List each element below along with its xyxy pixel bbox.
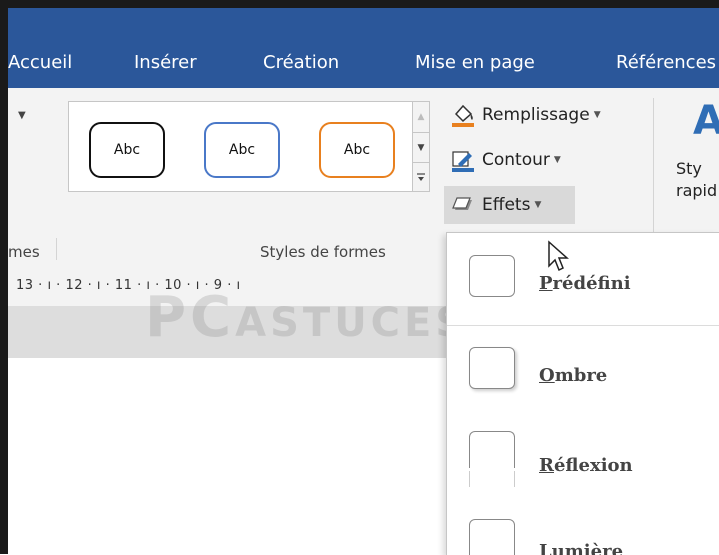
contour-button[interactable]: Contour ▼ xyxy=(450,143,561,177)
remplissage-label: Remplissage xyxy=(482,105,590,125)
chevron-down-icon: ▼ xyxy=(553,155,561,165)
contour-label: Contour xyxy=(482,150,550,170)
ombre-preview-icon xyxy=(469,347,515,389)
menu-label-rest: umière xyxy=(551,541,624,555)
group-separator xyxy=(653,98,654,248)
menu-item-lumiere[interactable]: Lumière xyxy=(447,505,719,555)
shape-style-black[interactable]: Abc xyxy=(77,110,177,190)
gallery-more-button[interactable] xyxy=(413,162,429,191)
tab-creation[interactable]: Création xyxy=(263,52,339,73)
menu-item-label: Lumière xyxy=(539,541,623,555)
group-label-left: mes xyxy=(8,243,40,261)
accelerator-key: R xyxy=(539,455,554,476)
shape-style-label: Abc xyxy=(228,142,256,158)
watermark-logo: PCASTUCES xyxy=(145,285,468,350)
menu-item-predefini[interactable]: Prédéfini xyxy=(447,233,719,319)
watermark-big: PC xyxy=(145,285,236,350)
lumiere-preview-icon xyxy=(469,519,515,555)
menu-separator xyxy=(447,325,719,326)
word-window: Accueil Insérer Création Mise en page Ré… xyxy=(0,0,719,555)
menu-label-rest: rédéfini xyxy=(552,273,631,294)
menu-item-label: Ombre xyxy=(539,365,607,386)
window-border-left xyxy=(0,0,8,554)
menu-label-rest: mbre xyxy=(554,365,608,386)
styles-rapides-line1: Sty xyxy=(676,159,702,178)
predefini-preview-icon xyxy=(469,255,515,297)
effets-button[interactable]: Effets ▼ xyxy=(450,188,541,222)
pen-outline-icon xyxy=(450,147,476,173)
mouse-cursor-icon xyxy=(548,240,569,272)
effets-label: Effets xyxy=(482,195,531,215)
effets-dropdown-menu: Prédéfini Ombre Réflexion Lumière xyxy=(446,232,719,555)
chevron-down-icon: ▼ xyxy=(534,200,542,210)
menu-label-rest: éflexion xyxy=(553,455,633,476)
watermark-small: ASTUCES xyxy=(235,300,469,346)
tab-accueil[interactable]: Accueil xyxy=(8,52,72,73)
accelerator-key: O xyxy=(539,365,555,386)
styles-rapides-button[interactable]: A Sty rapid xyxy=(663,88,719,238)
styles-rapides-line2: rapid xyxy=(676,181,718,200)
accelerator-key: L xyxy=(539,541,552,555)
tab-inserer[interactable]: Insérer xyxy=(134,52,197,73)
reflexion-preview-icon xyxy=(469,431,515,468)
styles-rapides-label: Sty rapid xyxy=(676,158,717,202)
reflexion-mirror xyxy=(469,471,515,487)
paint-bucket-icon xyxy=(450,102,476,128)
styles-rapides-icon: A xyxy=(693,98,719,144)
accelerator-key: P xyxy=(539,273,553,294)
ribbon-tab-bar: Accueil Insérer Création Mise en page Ré… xyxy=(8,8,719,88)
menu-item-label: Prédéfini xyxy=(539,273,631,294)
menu-item-ombre[interactable]: Ombre xyxy=(447,329,719,415)
chevron-down-icon: ▼ xyxy=(593,110,601,120)
shape-style-orange[interactable]: Abc xyxy=(319,122,395,178)
chevron-down-icon[interactable]: ▼ xyxy=(18,110,26,121)
tab-mise-en-page[interactable]: Mise en page xyxy=(415,52,535,73)
shape-style-label: Abc xyxy=(113,142,141,158)
more-icon xyxy=(417,172,425,181)
group-separator xyxy=(56,238,57,260)
menu-item-label: Réflexion xyxy=(539,455,633,476)
effects-icon xyxy=(450,192,476,218)
window-border-top xyxy=(0,0,719,8)
menu-item-reflexion[interactable]: Réflexion xyxy=(447,417,719,503)
gallery-scroll-up-button[interactable]: ▲ xyxy=(413,102,429,131)
shape-styles-gallery: Abc Abc Abc xyxy=(68,101,413,192)
gallery-scroll-down-button[interactable]: ▼ xyxy=(413,132,429,163)
tab-references[interactable]: Références xyxy=(616,52,716,73)
gallery-scrollbar: ▲ ▼ xyxy=(413,101,430,192)
remplissage-button[interactable]: Remplissage ▼ xyxy=(450,98,601,132)
group-label-styles-de-formes: Styles de formes xyxy=(260,243,386,261)
shape-style-label: Abc xyxy=(343,142,371,158)
shape-style-blue[interactable]: Abc xyxy=(204,122,280,178)
